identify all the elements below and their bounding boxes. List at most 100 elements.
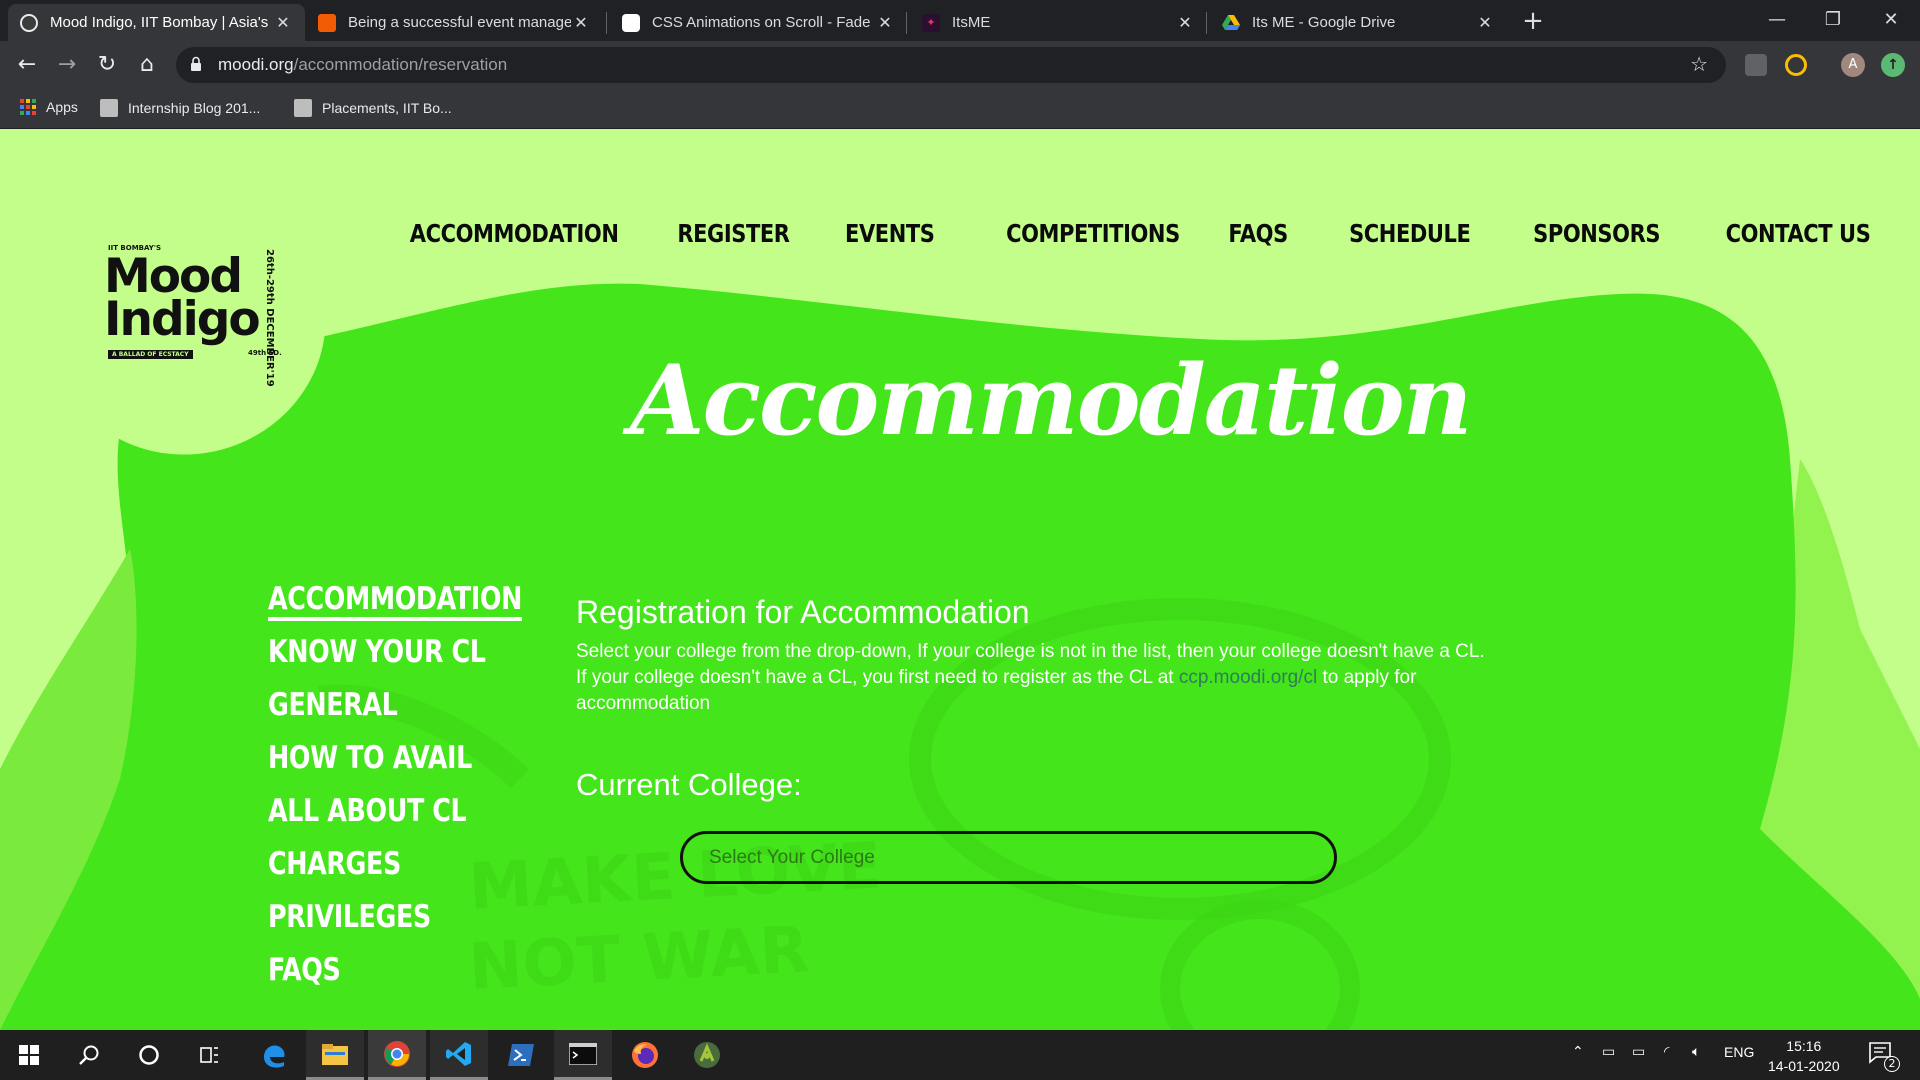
apps-grid-icon xyxy=(20,99,36,115)
logo-dates: 26th-29th DECEMBER'19 xyxy=(264,249,275,387)
tab-separator xyxy=(1206,12,1207,34)
tab-itsme[interactable]: ✦ ItsME ✕ xyxy=(910,4,1207,41)
page-favicon-icon xyxy=(294,99,312,117)
sidebar-item-privileges[interactable]: PRIVILEGES xyxy=(268,894,522,947)
chrome-taskbar-icon[interactable] xyxy=(368,1030,426,1080)
show-hidden-icons-chevron-icon[interactable]: ⌃ xyxy=(1572,1044,1584,1060)
logo-line-2: Indigo xyxy=(104,292,261,347)
windows-taskbar: ⌃ ▭ ▭ ◜ 🔈︎ ENG 15:16 14-01-2020 2 xyxy=(0,1030,1920,1080)
nav-events[interactable]: EVENTS xyxy=(845,219,935,248)
clock-time: 15:16 xyxy=(1786,1038,1822,1054)
firefox-icon[interactable] xyxy=(616,1030,674,1080)
nav-sponsors[interactable]: SPONSORS xyxy=(1533,219,1660,248)
vscode-icon[interactable] xyxy=(430,1030,488,1080)
ccp-link[interactable]: ccp.moodi.org/cl xyxy=(1179,667,1317,688)
bookmark-placements[interactable]: Placements, IIT Bo... xyxy=(294,99,452,117)
close-window-icon[interactable]: ✕ xyxy=(1868,4,1914,36)
tab-mood-indigo[interactable]: Mood Indigo, IIT Bombay | Asia's ✕ xyxy=(8,4,305,41)
battery-icon[interactable]: ▭ xyxy=(1632,1044,1645,1060)
tab-title: Mood Indigo, IIT Bombay | Asia's xyxy=(50,14,269,31)
sidebar-item-how-to-avail[interactable]: HOW TO AVAIL xyxy=(268,735,522,788)
bookmark-label: Apps xyxy=(46,99,78,115)
close-tab-icon[interactable]: ✕ xyxy=(1475,13,1495,32)
nav-faqs[interactable]: FAQS xyxy=(1229,219,1289,248)
sidebar-item-faqs[interactable]: FAQS xyxy=(268,947,522,1000)
bookmark-label: Internship Blog 201... xyxy=(128,100,261,116)
nav-schedule[interactable]: SCHEDULE xyxy=(1349,219,1471,248)
extension-icon[interactable] xyxy=(1745,54,1767,76)
address-bar[interactable]: moodi.org/accommodation/reservation ☆ xyxy=(176,47,1726,83)
tab-separator xyxy=(606,12,607,34)
tab-title: CSS Animations on Scroll - Fade I xyxy=(652,14,875,31)
system-clock[interactable]: 15:16 14-01-2020 xyxy=(1768,1036,1840,1076)
nav-register[interactable]: REGISTER xyxy=(678,219,791,248)
sidebar-item-accommodation[interactable]: ACCOMMODATION xyxy=(268,576,522,629)
itsme-favicon-icon: ✦ xyxy=(922,13,940,32)
restore-window-icon[interactable]: ❐ xyxy=(1810,4,1856,36)
article-favicon-icon xyxy=(318,13,336,32)
browser-tab-strip: Mood Indigo, IIT Bombay | Asia's ✕ Being… xyxy=(0,0,1920,41)
google-drive-favicon-icon xyxy=(1222,14,1240,32)
registration-section: Registration for Accommodation Select yo… xyxy=(576,594,1536,717)
task-view-icon[interactable] xyxy=(180,1030,238,1080)
new-tab-button[interactable]: + xyxy=(1520,6,1546,36)
bookmarks-bar: Apps Internship Blog 201... Placements, … xyxy=(0,89,1920,129)
sidebar-item-know-your-cl[interactable]: KNOW YOUR CL xyxy=(268,629,522,682)
android-studio-icon[interactable] xyxy=(678,1030,736,1080)
cl-register-paragraph: If your college doesn't have a CL, you f… xyxy=(576,665,1536,717)
lock-icon xyxy=(191,56,201,71)
back-arrow-icon[interactable]: ← xyxy=(11,49,43,81)
bookmark-apps[interactable]: Apps xyxy=(20,99,78,115)
logo-edition: 49th ED. xyxy=(248,349,282,357)
extension-lens-icon[interactable] xyxy=(1785,54,1807,76)
edge-browser-icon[interactable] xyxy=(245,1030,303,1080)
close-tab-icon[interactable]: ✕ xyxy=(1175,13,1195,32)
current-college-label: Current College: xyxy=(576,767,802,802)
tab-title: Being a successful event manage xyxy=(348,14,571,31)
reload-icon[interactable]: ↻ xyxy=(91,49,123,81)
file-explorer-icon[interactable] xyxy=(306,1030,364,1080)
volume-icon[interactable]: 🔈︎ xyxy=(1692,1044,1700,1060)
nav-contact-us[interactable]: CONTACT US xyxy=(1725,219,1870,248)
cl-text-before: If your college doesn't have a CL, you f… xyxy=(576,667,1179,688)
top-navigation: ACCOMMODATION REGISTER EVENTS COMPETITIO… xyxy=(370,219,1871,248)
cortana-icon[interactable] xyxy=(120,1030,178,1080)
wifi-icon[interactable]: ◜ xyxy=(1664,1044,1669,1060)
minimize-window-icon[interactable]: — xyxy=(1754,4,1800,36)
sidebar-item-general[interactable]: GENERAL xyxy=(268,682,522,735)
tab-google-drive[interactable]: Its ME - Google Drive ✕ xyxy=(1210,4,1507,41)
network-device-icon[interactable]: ▭ xyxy=(1602,1044,1615,1060)
tab-separator xyxy=(906,12,907,34)
nav-competitions[interactable]: COMPETITIONS xyxy=(1006,219,1180,248)
input-language[interactable]: ENG xyxy=(1724,1044,1754,1060)
url-host: moodi.org xyxy=(218,55,294,74)
tab-title: Its ME - Google Drive xyxy=(1252,14,1396,31)
mood-indigo-logo[interactable]: IIT BOMBAY'S Mood Indigo 26th-29th DECEM… xyxy=(78,189,328,419)
logo-tagline: A BALLAD OF ECSTACY xyxy=(108,350,193,359)
close-tab-icon[interactable]: ✕ xyxy=(571,13,591,32)
url-path: /accommodation/reservation xyxy=(293,55,508,74)
tab-event-manager[interactable]: Being a successful event manage ✕ xyxy=(306,4,603,41)
forward-arrow-icon[interactable]: → xyxy=(51,49,83,81)
sidebar-item-charges[interactable]: CHARGES xyxy=(268,841,522,894)
terminal-icon[interactable] xyxy=(554,1030,612,1080)
powershell-icon[interactable] xyxy=(492,1030,550,1080)
bookmark-star-icon[interactable]: ☆ xyxy=(1690,52,1708,76)
college-select-input[interactable] xyxy=(680,831,1337,884)
tab-css-animations[interactable]: CSS Animations on Scroll - Fade I ✕ xyxy=(610,4,907,41)
chrome-update-icon[interactable]: ↑ xyxy=(1881,53,1905,77)
home-icon[interactable]: ⌂ xyxy=(131,49,163,81)
windows-start-icon[interactable] xyxy=(0,1030,58,1080)
webpage: MAKE LOVE NOT WAR IIT BOMBAY'S Mood Indi… xyxy=(0,129,1920,1030)
bookmark-internship-blog[interactable]: Internship Blog 201... xyxy=(100,99,260,117)
page-favicon-icon xyxy=(100,99,118,117)
section-heading: Registration for Accommodation xyxy=(576,594,1030,630)
search-icon[interactable] xyxy=(60,1030,118,1080)
close-tab-icon[interactable]: ✕ xyxy=(875,13,895,32)
close-tab-icon[interactable]: ✕ xyxy=(273,13,293,32)
profile-avatar[interactable]: A xyxy=(1841,53,1865,77)
nav-accommodation[interactable]: ACCOMMODATION xyxy=(410,219,619,248)
browser-toolbar: ← → ↻ ⌂ moodi.org/accommodation/reservat… xyxy=(0,41,1920,89)
tab-title: ItsME xyxy=(952,14,991,31)
sidebar-item-all-about-cl[interactable]: ALL ABOUT CL xyxy=(268,788,522,841)
